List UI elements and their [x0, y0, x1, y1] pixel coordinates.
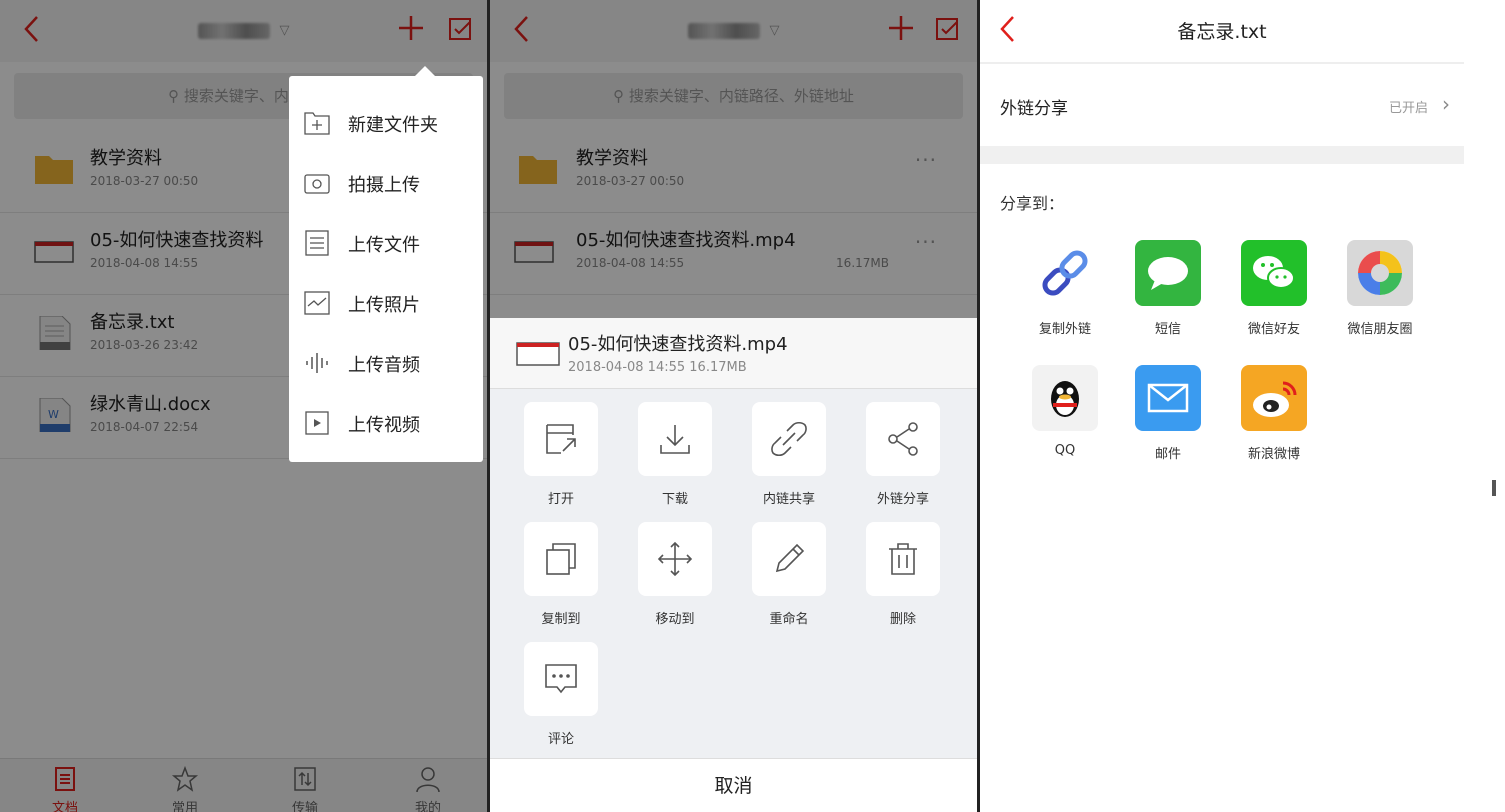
action-internal-link[interactable]: 内链共享: [752, 402, 826, 507]
share-qq[interactable]: QQ: [1020, 365, 1110, 458]
open-icon: [546, 424, 576, 454]
app-label: 短信: [1154, 322, 1181, 337]
moments-icon: [1358, 251, 1402, 295]
share-sms[interactable]: 短信: [1123, 240, 1213, 337]
download-icon: [660, 425, 690, 454]
external-share-row[interactable]: 外链分享 已开启 ›: [980, 64, 1464, 146]
action-label: 评论: [547, 732, 574, 747]
file-date-size: 2018-04-08 14:55 16.17MB: [568, 360, 747, 375]
share-panel: 备忘录.txt 外链分享 已开启 › 分享到： 复制外链 短信 微信好友 微信朋…: [980, 0, 1505, 812]
chain-link-icon: [1042, 250, 1088, 296]
action-open[interactable]: 打开: [524, 402, 598, 507]
action-label: 打开: [547, 492, 574, 507]
video-icon: [305, 411, 329, 435]
weibo-icon: [1253, 381, 1297, 417]
menu-label: 新建文件夹: [348, 115, 438, 136]
share-wechat-friend[interactable]: 微信好友: [1229, 240, 1319, 337]
action-sheet: 05-如何快速查找资料.mp4 2018-04-08 14:55 16.17MB…: [490, 318, 977, 812]
file-action-sheet-panel: ▽ ⚲ 搜索关键字、内链路径、外链地址 教学资料 2018-03-27 00:5…: [490, 0, 977, 812]
wechat-icon: [1253, 256, 1295, 289]
cancel-button[interactable]: 取消: [490, 758, 977, 812]
menu-item-new-folder[interactable]: 新建文件夹: [289, 94, 483, 154]
share-mail[interactable]: 邮件: [1123, 365, 1213, 462]
action-delete[interactable]: 删除: [866, 522, 940, 627]
sms-icon: [1148, 257, 1188, 290]
audio-icon: [306, 353, 328, 373]
external-share-status: 已开启: [1388, 101, 1428, 116]
document-icon: [305, 230, 329, 256]
app-label: 微信好友: [1247, 322, 1300, 337]
action-copy-to[interactable]: 复制到: [524, 522, 598, 627]
app-label: 邮件: [1154, 447, 1181, 462]
action-external-share[interactable]: 外链分享: [866, 402, 940, 507]
menu-label: 拍摄上传: [348, 175, 420, 196]
add-menu: 新建文件夹 拍摄上传 上传文件 上传照片 上传音频 上传视频: [289, 66, 483, 462]
chevron-right-icon: ›: [1442, 92, 1450, 116]
action-label: 复制到: [541, 612, 581, 627]
action-label: 外链分享: [876, 492, 929, 507]
share-to-heading: 分享到：: [1000, 194, 1065, 213]
new-folder-icon: [304, 112, 330, 135]
share-copy-link[interactable]: 复制外链: [1020, 240, 1110, 337]
header: 备忘录.txt: [980, 0, 1464, 64]
page-title: 备忘录.txt: [1177, 21, 1267, 43]
app-label: QQ: [1054, 443, 1076, 458]
link-icon: [771, 421, 807, 457]
file-name: 05-如何快速查找资料.mp4: [568, 334, 788, 355]
qq-icon: [1051, 381, 1079, 417]
file-list-panel-with-menu: ▽ ⚲ 搜索关键字、内链路 教学资料 2018-03-27 00:50 05-如…: [0, 0, 487, 812]
action-label: 删除: [889, 612, 916, 627]
action-label: 移动到: [655, 612, 695, 627]
photo-icon: [304, 291, 330, 315]
menu-item-upload-audio[interactable]: 上传音频: [289, 334, 483, 394]
action-download[interactable]: 下载: [638, 402, 712, 507]
camera-icon: [304, 174, 330, 194]
edge-mark: [1492, 480, 1496, 496]
menu-label: 上传文件: [348, 235, 420, 256]
copy-icon: [546, 543, 576, 575]
move-icon: [657, 541, 693, 577]
action-comment[interactable]: 评论: [524, 642, 598, 747]
action-label: 内链共享: [762, 492, 815, 507]
menu-label: 上传视频: [348, 415, 420, 436]
menu-label: 上传音频: [348, 355, 420, 376]
selected-file-info: 05-如何快速查找资料.mp4 2018-04-08 14:55 16.17MB: [490, 318, 977, 389]
menu-label: 上传照片: [348, 295, 420, 316]
share-wechat-moments[interactable]: 微信朋友圈: [1335, 240, 1425, 337]
share-weibo[interactable]: 新浪微博: [1229, 365, 1319, 462]
app-label: 新浪微博: [1247, 447, 1300, 462]
rename-icon: [775, 543, 805, 573]
menu-item-camera-upload[interactable]: 拍摄上传: [289, 154, 483, 214]
menu-item-upload-photo[interactable]: 上传照片: [289, 274, 483, 334]
action-rename[interactable]: 重命名: [752, 522, 826, 627]
menu-item-upload-file[interactable]: 上传文件: [289, 214, 483, 274]
mail-icon: [1147, 383, 1189, 413]
app-label: 微信朋友圈: [1347, 322, 1413, 337]
action-label: 重命名: [769, 612, 809, 627]
action-label: 下载: [661, 492, 688, 507]
share-icon: [888, 422, 918, 456]
delete-icon: [889, 543, 917, 575]
app-label: 复制外链: [1038, 322, 1091, 337]
action-move-to[interactable]: 移动到: [638, 522, 712, 627]
video-file-icon: [516, 342, 560, 366]
external-share-label: 外链分享: [1000, 99, 1068, 119]
menu-item-upload-video[interactable]: 上传视频: [289, 394, 483, 454]
comment-icon: [545, 664, 577, 694]
section-gap: [980, 146, 1464, 164]
